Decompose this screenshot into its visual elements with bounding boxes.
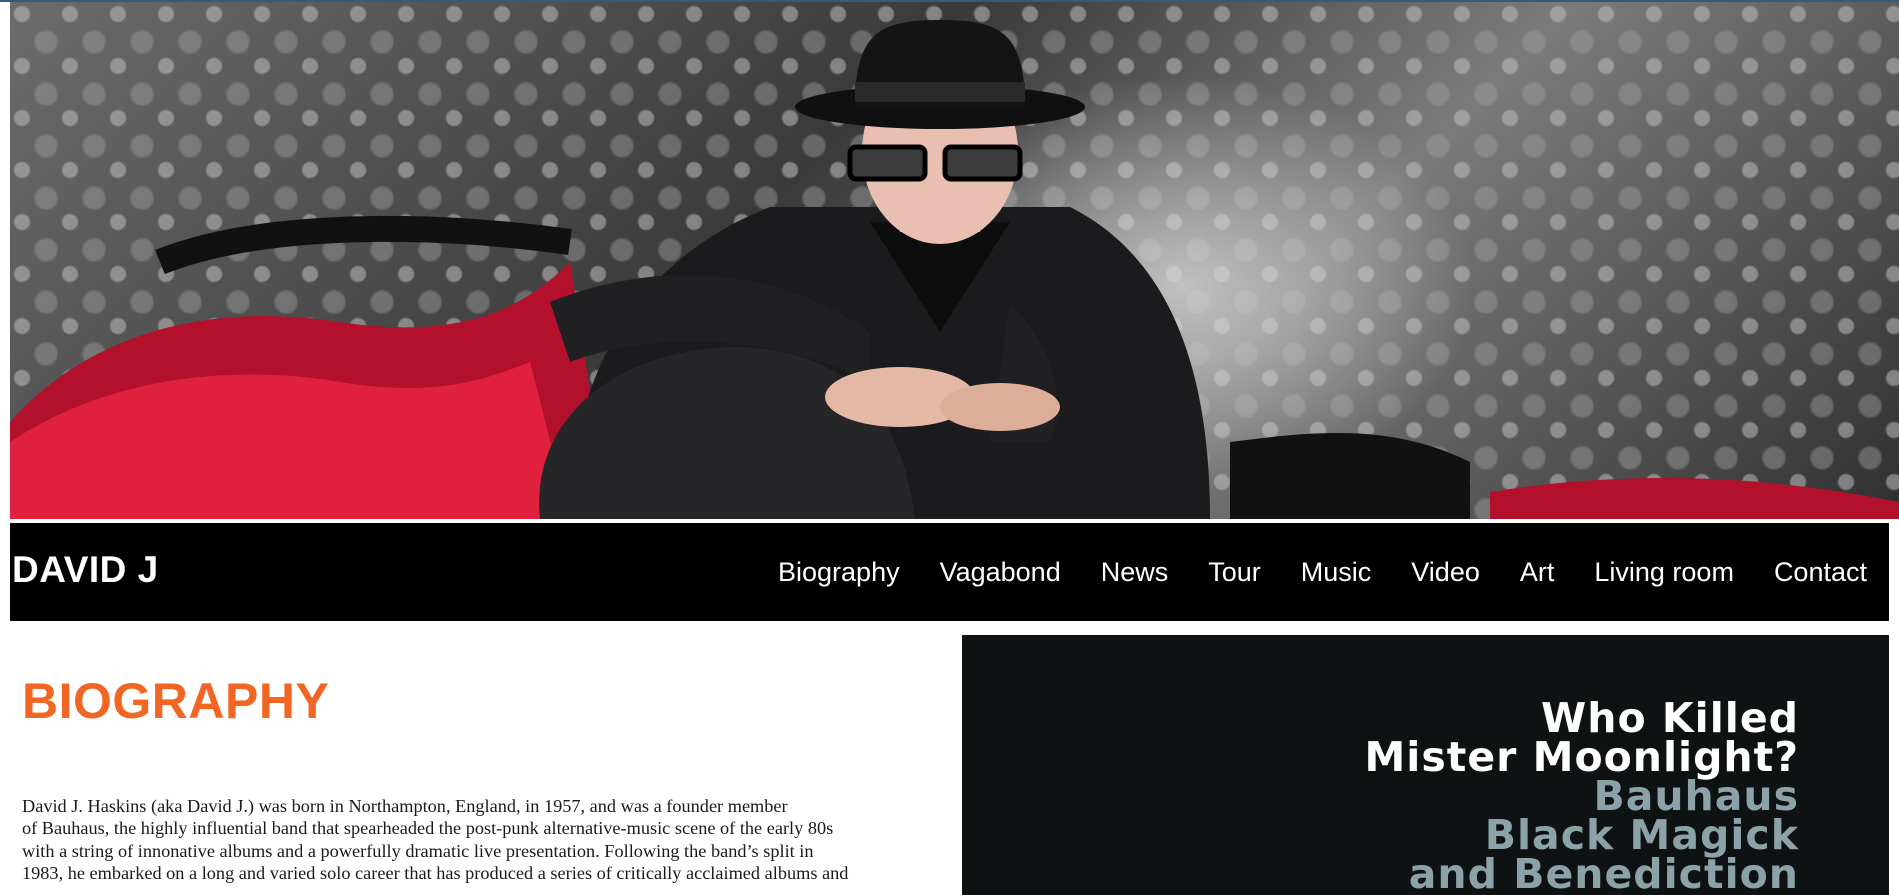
main-navigation: DAVID J Biography Vagabond News Tour Mus…: [10, 523, 1889, 621]
nav-link-art[interactable]: Art: [1520, 557, 1555, 588]
page-title: BIOGRAPHY: [22, 673, 330, 729]
album-subtitle-line: and Benediction: [1408, 850, 1799, 895]
biography-text: David J. Haskins (aka David J.) was born…: [22, 795, 932, 885]
nav-link-contact[interactable]: Contact: [1774, 557, 1867, 588]
nav-links: Biography Vagabond News Tour Music Video…: [738, 523, 1889, 621]
album-cover-text: Who Killed Mister Moonlight? Bauhaus Bla…: [1364, 698, 1799, 895]
nav-link-biography[interactable]: Biography: [778, 557, 900, 588]
hero-banner-image: [10, 2, 1899, 519]
bio-line: David J. Haskins (aka David J.) was born…: [22, 796, 788, 816]
bio-line: of Bauhaus, the highly influential band …: [22, 818, 834, 839]
bio-line: 1983, he embarked on a long and varied s…: [22, 863, 849, 884]
album-cover-image: Who Killed Mister Moonlight? Bauhaus Bla…: [962, 635, 1889, 895]
nav-link-vagabond[interactable]: Vagabond: [940, 557, 1061, 588]
hero-illustration: [10, 20, 1899, 519]
site-logo-link[interactable]: DAVID J: [12, 549, 159, 591]
nav-link-video[interactable]: Video: [1411, 557, 1480, 588]
nav-link-music[interactable]: Music: [1301, 557, 1372, 588]
nav-link-tour[interactable]: Tour: [1208, 557, 1261, 588]
bio-line: with a string of innonative albums and a…: [22, 840, 814, 861]
nav-link-news[interactable]: News: [1101, 557, 1169, 588]
nav-link-living-room[interactable]: Living room: [1594, 557, 1734, 588]
